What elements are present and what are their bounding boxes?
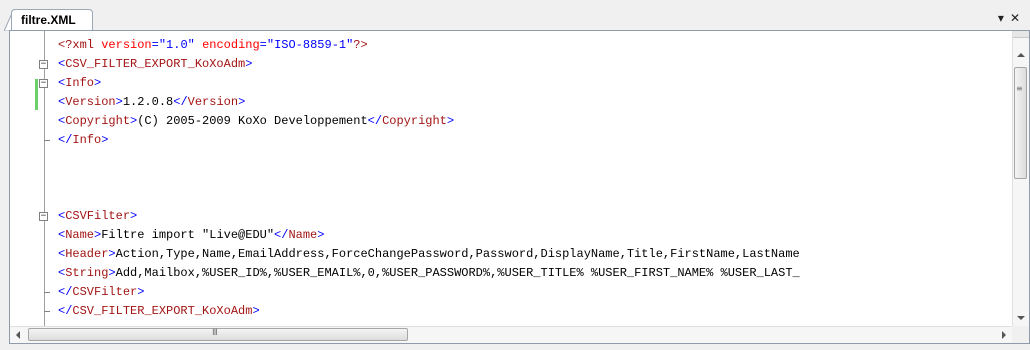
code-token: > xyxy=(130,209,138,223)
code-line[interactable]: </CSVFilter> xyxy=(10,283,1012,302)
horizontal-scroll-thumb[interactable]: III xyxy=(28,328,408,341)
code-token: Copyright xyxy=(65,114,131,128)
tab-bar: filtre.XML ▾✕ xyxy=(0,0,1030,31)
code-token: > xyxy=(108,266,116,280)
fold-end-marker xyxy=(44,292,50,293)
code-token: CSVFilter xyxy=(65,209,131,223)
code-text: <Copyright>(C) 2005-2009 KoXo Developpem… xyxy=(58,112,454,131)
code-text: <?xml version="1.0" encoding="ISO-8859-1… xyxy=(58,36,368,55)
code-token: Copyright xyxy=(382,114,447,128)
arrow-right-icon[interactable] xyxy=(1002,331,1006,339)
arrow-up-icon[interactable] xyxy=(1017,53,1025,57)
code-token: Action,Type,Name,EmailAddress,ForceChang… xyxy=(115,247,800,261)
code-token: Version xyxy=(187,95,239,109)
code-token: </ xyxy=(58,304,73,318)
code-token: ?> xyxy=(353,38,368,52)
code-text: <CSV_FILTER_EXPORT_KoXoAdm> xyxy=(58,55,252,74)
code-token: </ xyxy=(58,133,73,147)
code-token: =" xyxy=(151,38,167,52)
collapse-minus-icon[interactable]: − xyxy=(39,60,48,69)
split-handle[interactable] xyxy=(1013,31,1029,38)
tab-controls: ▾✕ xyxy=(998,11,1026,25)
code-line[interactable]: <Version>1.2.0.8</Version> xyxy=(10,93,1012,112)
code-line[interactable]: </Info> xyxy=(10,131,1012,150)
code-line[interactable] xyxy=(10,188,1012,207)
code-token: > xyxy=(115,95,123,109)
code-token: Name xyxy=(65,228,95,242)
code-line[interactable]: <?xml version="1.0" encoding="ISO-8859-1… xyxy=(10,36,1012,55)
code-token: > xyxy=(238,95,246,109)
code-line[interactable]: <Name>Filtre import "Live@EDU"</Name> xyxy=(10,226,1012,245)
code-text: </CSVFilter> xyxy=(58,283,144,302)
code-line[interactable] xyxy=(10,169,1012,188)
code-token: > xyxy=(446,114,455,128)
tab-title: filtre.XML xyxy=(21,13,76,27)
arrow-down-icon[interactable] xyxy=(1017,316,1025,320)
code-line[interactable] xyxy=(10,150,1012,169)
code-token: 1.2.0.8 xyxy=(122,95,174,109)
code-token: String xyxy=(65,266,109,280)
code-token: CSV_FILTER_EXPORT_KoXoAdm xyxy=(65,57,246,71)
code-text: <Info> xyxy=(58,74,101,93)
code-text: <Version>1.2.0.8</Version> xyxy=(58,93,245,112)
fold-end-marker xyxy=(44,311,50,312)
code-token: " xyxy=(187,38,203,52)
close-icon[interactable]: ✕ xyxy=(1010,11,1026,25)
code-token: > xyxy=(245,57,253,71)
scrollbar-corner xyxy=(1012,326,1029,343)
code-token: ISO-8859-1 xyxy=(274,38,347,52)
collapse-minus-icon[interactable]: − xyxy=(39,212,48,221)
code-token: > xyxy=(137,285,145,299)
code-line[interactable]: </CSV_FILTER_EXPORT_KoXoAdm> xyxy=(10,302,1012,321)
code-text: <String>Add,Mailbox,%USER_ID%,%USER_EMAI… xyxy=(58,264,800,283)
code-token: > xyxy=(101,133,109,147)
code-line[interactable]: <Header>Action,Type,Name,EmailAddress,Fo… xyxy=(10,245,1012,264)
code-token: Version xyxy=(65,95,116,109)
code-text: </CSV_FILTER_EXPORT_KoXoAdm> xyxy=(58,302,260,321)
code-token: > xyxy=(94,76,102,90)
code-token: > xyxy=(252,304,260,318)
code-token: Name xyxy=(288,228,318,242)
grip-icon: ≡ xyxy=(1016,84,1023,93)
collapse-minus-icon[interactable]: − xyxy=(39,79,48,88)
tab-filtre-xml[interactable]: filtre.XML xyxy=(11,9,93,31)
horizontal-scrollbar[interactable]: III xyxy=(10,326,1012,343)
code-text: <Header>Action,Type,Name,EmailAddress,Fo… xyxy=(58,245,800,264)
change-indicator xyxy=(35,79,38,110)
code-token: > xyxy=(317,228,325,242)
code-line[interactable]: <Copyright>(C) 2005-2009 KoXo Developpem… xyxy=(10,112,1012,131)
code-line[interactable]: <Info> xyxy=(10,74,1012,93)
code-token: </ xyxy=(274,228,289,242)
arrow-left-icon[interactable] xyxy=(16,331,20,339)
code-line[interactable]: <CSVFilter> xyxy=(10,207,1012,226)
code-token: (C) 2005-2009 KoXo Developpement xyxy=(137,114,368,128)
code-area[interactable]: <?xml version="1.0" encoding="ISO-8859-1… xyxy=(10,31,1012,326)
code-token: </ xyxy=(173,95,188,109)
code-token: </ xyxy=(367,114,383,128)
code-line[interactable]: <String>Add,Mailbox,%USER_ID%,%USER_EMAI… xyxy=(10,264,1012,283)
xml-editor[interactable]: <?xml version="1.0" encoding="ISO-8859-1… xyxy=(9,30,1030,344)
grip-icon: III xyxy=(212,328,218,338)
code-token: 1.0 xyxy=(166,38,188,52)
code-token: encoding xyxy=(202,38,260,52)
code-token: </ xyxy=(58,285,73,299)
code-token: Info xyxy=(72,133,102,147)
fold-end-marker xyxy=(44,140,50,141)
vertical-scrollbar[interactable]: ≡ xyxy=(1012,31,1029,326)
code-line[interactable]: <CSV_FILTER_EXPORT_KoXoAdm> xyxy=(10,55,1012,74)
code-token: Filtre import "Live@EDU" xyxy=(101,228,275,242)
code-token: > xyxy=(108,247,116,261)
chevron-down-icon[interactable]: ▾ xyxy=(998,11,1010,25)
code-token: =" xyxy=(259,38,275,52)
code-token: <?xml xyxy=(58,38,102,52)
code-token: CSVFilter xyxy=(72,285,138,299)
code-text: <CSVFilter> xyxy=(58,207,137,226)
code-token: Info xyxy=(65,76,95,90)
code-text: </Info> xyxy=(58,131,108,150)
code-text: <Name>Filtre import "Live@EDU"</Name> xyxy=(58,226,324,245)
code-token: Header xyxy=(65,247,109,261)
code-token: Add,Mailbox,%USER_ID%,%USER_EMAIL%,0,%US… xyxy=(115,266,800,280)
code-token: version xyxy=(101,38,152,52)
code-token: CSV_FILTER_EXPORT_KoXoAdm xyxy=(72,304,253,318)
